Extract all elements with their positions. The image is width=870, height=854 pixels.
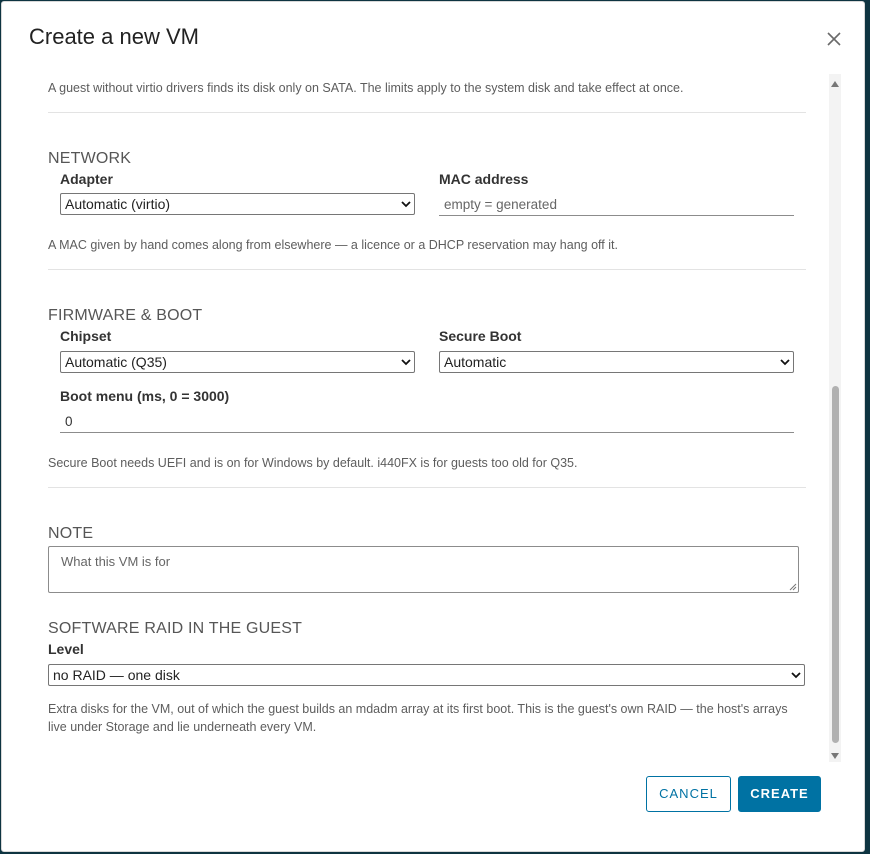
divider xyxy=(48,487,806,488)
adapter-select[interactable]: Automatic (virtio) xyxy=(60,193,415,215)
firmware-section-title: FIRMWARE & BOOT xyxy=(48,307,203,324)
chevron-down-icon xyxy=(401,201,411,208)
divider xyxy=(48,269,806,270)
dialog-title: Create a new VM xyxy=(29,24,199,49)
scroll-up-icon[interactable] xyxy=(831,80,839,88)
disk-hint: A guest without virtio drivers finds its… xyxy=(48,81,684,95)
scroll-down-icon[interactable] xyxy=(831,752,839,760)
secure-boot-select[interactable]: Automatic xyxy=(439,351,794,373)
note-textarea[interactable]: What this VM is for xyxy=(48,546,799,593)
resize-grip-icon[interactable] xyxy=(789,583,797,591)
secure-boot-select-value: Automatic xyxy=(444,354,507,370)
note-section-title: NOTE xyxy=(48,525,94,542)
chevron-down-icon xyxy=(791,672,801,679)
divider xyxy=(48,112,806,113)
adapter-select-value: Automatic (virtio) xyxy=(65,196,171,212)
close-button[interactable] xyxy=(824,29,844,49)
network-hint: A MAC given by hand comes along from els… xyxy=(48,238,618,252)
scrollbar-thumb[interactable] xyxy=(832,386,839,743)
raid-section-title: SOFTWARE RAID IN THE GUEST xyxy=(48,620,303,637)
close-icon xyxy=(827,32,841,46)
create-vm-dialog: Create a new VM A guest without virtio d… xyxy=(1,1,865,852)
boot-menu-label: Boot menu (ms, 0 = 3000) xyxy=(60,388,230,404)
chevron-down-icon xyxy=(780,359,790,366)
cancel-button[interactable]: CANCEL xyxy=(646,776,731,812)
scrollbar[interactable] xyxy=(829,74,841,762)
note-placeholder: What this VM is for xyxy=(61,554,171,569)
mac-address-label: MAC address xyxy=(439,171,529,187)
chipset-label: Chipset xyxy=(60,328,112,344)
create-button[interactable]: CREATE xyxy=(738,776,821,812)
boot-menu-input[interactable]: 0 xyxy=(60,411,794,433)
adapter-label: Adapter xyxy=(60,171,113,187)
raid-level-select-value: no RAID — one disk xyxy=(53,667,180,683)
chipset-select[interactable]: Automatic (Q35) xyxy=(60,351,415,373)
chevron-down-icon xyxy=(401,359,411,366)
raid-level-select[interactable]: no RAID — one disk xyxy=(48,664,805,686)
firmware-hint: Secure Boot needs UEFI and is on for Win… xyxy=(48,456,578,470)
mac-address-input[interactable]: empty = generated xyxy=(439,194,794,216)
raid-hint: Extra disks for the VM, out of which the… xyxy=(48,702,788,734)
raid-level-label: Level xyxy=(48,641,84,657)
secure-boot-label: Secure Boot xyxy=(439,328,522,344)
chipset-select-value: Automatic (Q35) xyxy=(65,354,167,370)
network-section-title: NETWORK xyxy=(48,150,132,167)
